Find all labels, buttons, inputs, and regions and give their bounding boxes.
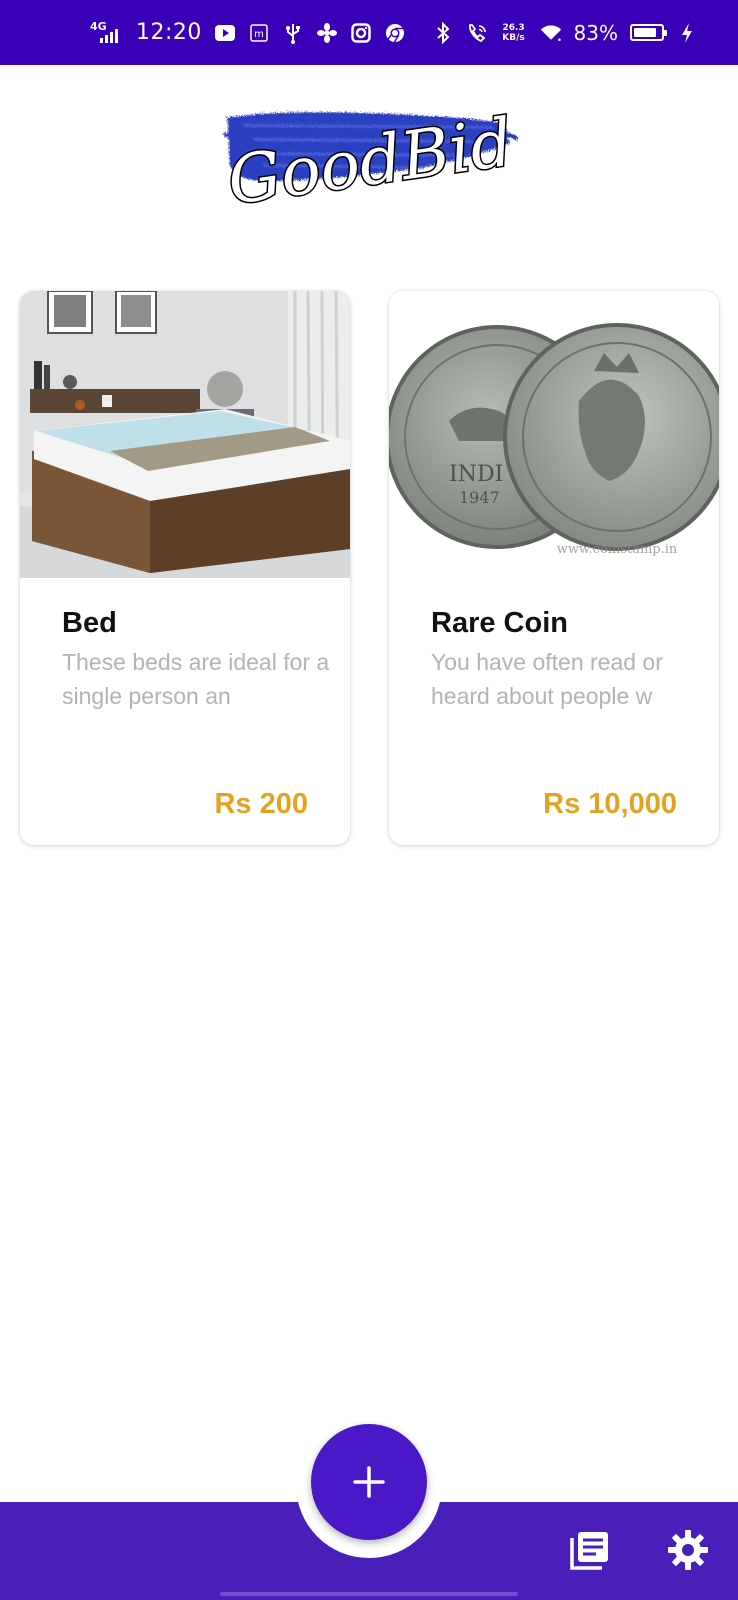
network-speed-value: 26.3	[502, 22, 525, 33]
svg-text:m: m	[254, 29, 264, 40]
listing-description: These beds are ideal for a single person…	[62, 649, 330, 709]
status-bar-right: 26.3 KB/s 83%	[432, 21, 698, 45]
settings-button[interactable]	[664, 1526, 712, 1574]
youtube-icon	[214, 22, 236, 44]
charging-icon	[676, 22, 698, 44]
listing-image-bed	[20, 291, 350, 578]
battery-level	[634, 28, 656, 37]
listing-card-bed[interactable]: Bed These beds are ideal for a single pe…	[20, 291, 350, 845]
svg-text:1947: 1947	[459, 488, 500, 507]
network-signal-icon: 4G	[90, 21, 124, 45]
battery-icon	[630, 24, 667, 41]
svg-text:INDI: INDI	[449, 462, 503, 487]
listing-price: Rs 10,000	[543, 788, 677, 820]
goodbid-logo: GoodBid	[221, 94, 519, 244]
gear-icon	[668, 1530, 708, 1570]
listing-image-coin: INDI 1947 www.coinstamp.in	[389, 291, 719, 578]
battery-percent: 83%	[573, 20, 618, 45]
usb-icon	[282, 22, 304, 44]
plus-icon	[353, 1466, 385, 1498]
home-indicator[interactable]	[220, 1592, 518, 1596]
status-time: 12:20	[136, 20, 202, 45]
status-bar: 4G 12:20 m 26.3 KB/s 83%	[0, 0, 738, 65]
status-bar-left: 4G 12:20 m	[90, 20, 406, 45]
listing-card-rare-coin[interactable]: INDI 1947 www.coinstamp.in Rare Coin You…	[389, 291, 719, 845]
svg-text:www.coinstamp.in: www.coinstamp.in	[557, 542, 678, 557]
listing-title: Rare Coin	[431, 607, 568, 639]
instagram-icon	[350, 22, 372, 44]
listings-icon	[570, 1532, 608, 1570]
my-listings-button[interactable]	[566, 1526, 614, 1574]
network-speed: 26.3 KB/s	[500, 23, 528, 43]
m-app-icon: m	[248, 22, 270, 44]
bluetooth-icon	[432, 21, 454, 44]
network-speed-unit: KB/s	[502, 32, 525, 43]
listing-price: Rs 200	[214, 788, 308, 820]
wifi-calling-icon	[466, 22, 488, 44]
fan-icon	[316, 22, 338, 44]
listing-title: Bed	[62, 607, 117, 639]
add-listing-button[interactable]	[311, 1424, 427, 1540]
wifi-icon	[540, 22, 562, 44]
chrome-icon	[384, 22, 406, 44]
listing-description: You have often read or heard about peopl…	[431, 649, 663, 709]
